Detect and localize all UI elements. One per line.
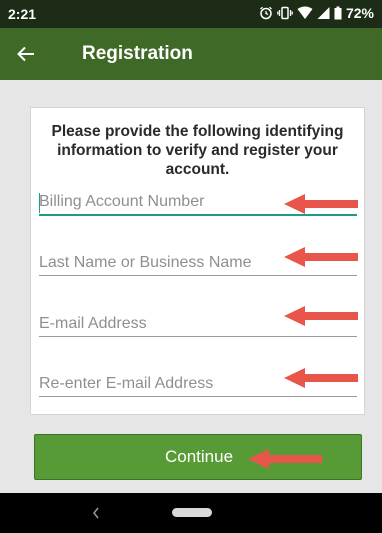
status-icons: 72% (259, 5, 374, 21)
annotation-arrow-icon (284, 247, 358, 267)
registration-screen: 2:21 72% Registration Please provide the… (0, 0, 382, 533)
nav-home-pill[interactable] (172, 508, 212, 517)
battery-percent: 72% (345, 5, 374, 21)
continue-button-label: Continue (165, 447, 234, 466)
arrow-left-icon[interactable] (14, 42, 38, 66)
nav-back-icon[interactable] (91, 506, 101, 520)
form-instructions: Please provide the following identifying… (51, 123, 344, 178)
status-bar: 2:21 72% (0, 0, 382, 28)
annotation-arrow-icon (284, 368, 358, 388)
wifi-icon (297, 6, 313, 19)
alarm-icon (260, 6, 272, 20)
annotation-arrow-icon (284, 306, 358, 326)
vibrate-icon (277, 6, 293, 20)
app-bar: Registration (0, 28, 382, 80)
status-time: 2:21 (8, 6, 37, 22)
battery-icon (334, 6, 342, 20)
signal-icon (317, 7, 330, 19)
annotation-arrow-icon (284, 194, 358, 214)
annotation-arrow-icon (248, 449, 322, 469)
text-cursor (39, 193, 40, 213)
page-title: Registration (82, 43, 193, 64)
system-nav-bar (0, 493, 382, 533)
